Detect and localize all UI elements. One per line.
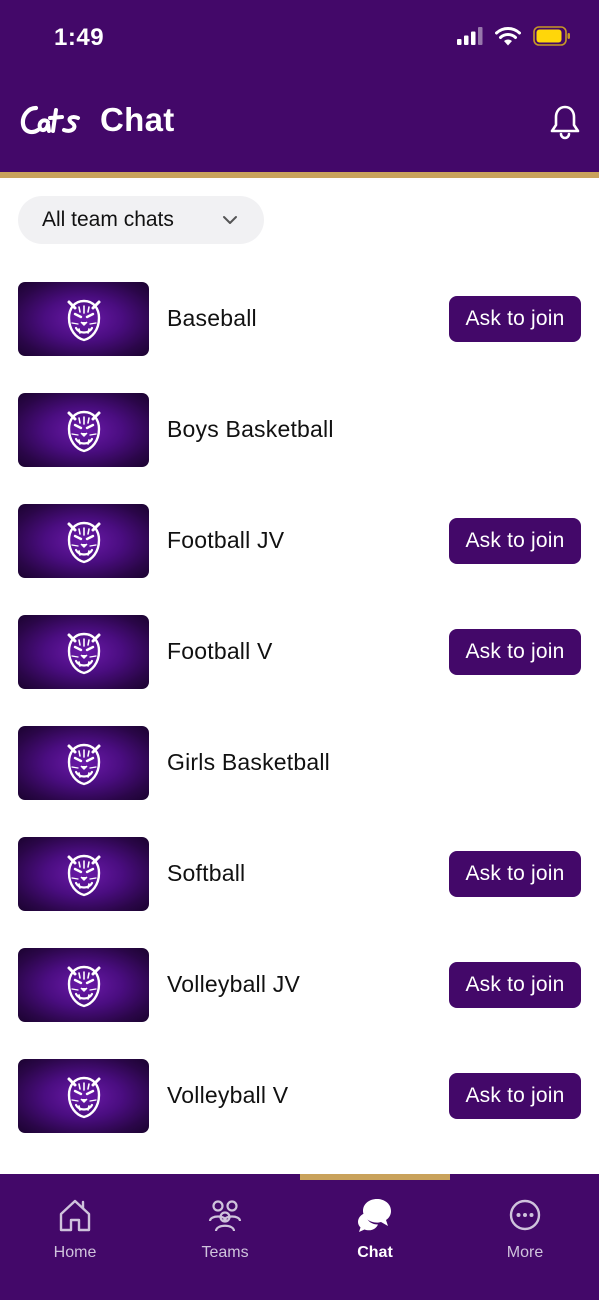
status-bar: 1:49	[0, 0, 599, 80]
tab-label: Home	[53, 1244, 97, 1261]
more-icon	[509, 1199, 541, 1231]
filter-label: All team chats	[42, 208, 174, 231]
app-header: 1:49 Chat	[0, 0, 599, 172]
active-tab-indicator	[300, 1174, 450, 1180]
team-name: Volleyball V	[167, 1082, 289, 1108]
team-thumbnail	[18, 1059, 149, 1133]
ask-to-join-button[interactable]: Ask to join	[449, 518, 581, 564]
ask-to-join-button[interactable]: Ask to join	[449, 1073, 581, 1119]
team-chat-row[interactable]: Boys Basketball	[0, 393, 599, 467]
team-name: Football V	[167, 638, 273, 664]
team-name: Baseball	[167, 305, 257, 331]
team-thumbnail	[18, 726, 149, 800]
team-name: Softball	[167, 860, 246, 886]
team-chat-row[interactable]: Volleyball JV Ask to join	[0, 948, 599, 1022]
team-thumbnail	[18, 615, 149, 689]
team-chat-row[interactable]: Softball Ask to join	[0, 837, 599, 911]
team-name: Volleyball JV	[167, 971, 301, 997]
team-chat-row[interactable]: Football V Ask to join	[0, 615, 599, 689]
tab-chat[interactable]: Chat	[300, 1196, 450, 1286]
chevron-down-icon	[223, 216, 237, 224]
battery-icon	[533, 26, 570, 46]
cats-logo	[20, 105, 80, 135]
tab-label: Chat	[357, 1244, 393, 1261]
notifications-bell-icon[interactable]	[549, 104, 581, 140]
wildcat-mascot-icon	[67, 521, 101, 564]
team-chat-row[interactable]: Football JV Ask to join	[0, 504, 599, 578]
tab-teams[interactable]: Teams	[150, 1196, 300, 1286]
team-thumbnail	[18, 504, 149, 578]
wildcat-mascot-icon	[67, 965, 101, 1008]
team-name: Football JV	[167, 527, 285, 553]
team-name: Girls Basketball	[167, 749, 330, 775]
wildcat-mascot-icon	[67, 299, 101, 342]
brand: Chat	[20, 100, 175, 140]
ask-to-join-button[interactable]: Ask to join	[449, 962, 581, 1008]
status-icons	[457, 26, 571, 46]
header-accent-rule	[0, 172, 599, 178]
tab-label: Teams	[201, 1244, 249, 1261]
wildcat-mascot-icon	[67, 1076, 101, 1119]
tab-home[interactable]: Home	[0, 1196, 150, 1286]
cellular-signal-icon	[457, 27, 483, 45]
team-thumbnail	[18, 837, 149, 911]
page-title: Chat	[100, 101, 175, 138]
team-thumbnail	[18, 282, 149, 356]
wifi-icon	[495, 26, 521, 45]
bottom-tab-bar: Home Teams Chat More	[0, 1174, 599, 1300]
tab-more[interactable]: More	[450, 1196, 599, 1286]
wildcat-mascot-icon	[67, 632, 101, 675]
ask-to-join-button[interactable]: Ask to join	[449, 851, 581, 897]
team-chat-row[interactable]: Volleyball V Ask to join	[0, 1059, 599, 1133]
status-time: 1:49	[54, 24, 105, 51]
chat-icon	[358, 1199, 391, 1232]
tab-label: More	[506, 1244, 544, 1261]
wildcat-mascot-icon	[67, 410, 101, 453]
team-chat-filter-dropdown[interactable]: All team chats	[18, 196, 264, 244]
people-icon	[208, 1200, 242, 1232]
team-name: Boys Basketball	[167, 416, 334, 442]
ask-to-join-button[interactable]: Ask to join	[449, 629, 581, 675]
team-thumbnail	[18, 948, 149, 1022]
team-chat-row[interactable]: Girls Basketball	[0, 726, 599, 800]
team-thumbnail	[18, 393, 149, 467]
team-chat-row[interactable]: Baseball Ask to join	[0, 282, 599, 356]
wildcat-mascot-icon	[67, 854, 101, 897]
wildcat-mascot-icon	[67, 743, 101, 786]
ask-to-join-button[interactable]: Ask to join	[449, 296, 581, 342]
home-icon	[59, 1199, 91, 1232]
